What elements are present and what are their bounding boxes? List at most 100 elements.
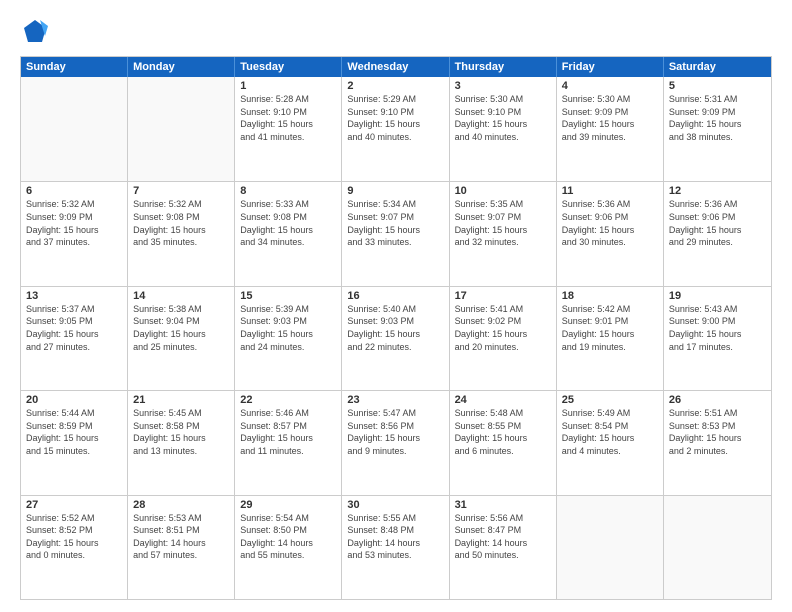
day-info: Sunrise: 5:29 AM Sunset: 9:10 PM Dayligh… [347, 93, 443, 143]
day-number: 5 [669, 80, 766, 92]
day-cell-5: 5Sunrise: 5:31 AM Sunset: 9:09 PM Daylig… [664, 77, 771, 181]
header [20, 16, 772, 46]
day-number: 11 [562, 185, 658, 197]
day-info: Sunrise: 5:43 AM Sunset: 9:00 PM Dayligh… [669, 303, 766, 353]
logo-icon [20, 16, 50, 46]
day-number: 3 [455, 80, 551, 92]
day-number: 19 [669, 290, 766, 302]
day-cell-9: 9Sunrise: 5:34 AM Sunset: 9:07 PM Daylig… [342, 182, 449, 285]
day-number: 24 [455, 394, 551, 406]
day-info: Sunrise: 5:35 AM Sunset: 9:07 PM Dayligh… [455, 198, 551, 248]
day-cell-20: 20Sunrise: 5:44 AM Sunset: 8:59 PM Dayli… [21, 391, 128, 494]
calendar: SundayMondayTuesdayWednesdayThursdayFrid… [20, 56, 772, 600]
day-cell-29: 29Sunrise: 5:54 AM Sunset: 8:50 PM Dayli… [235, 496, 342, 599]
day-info: Sunrise: 5:30 AM Sunset: 9:09 PM Dayligh… [562, 93, 658, 143]
weekday-header-wednesday: Wednesday [342, 57, 449, 77]
day-info: Sunrise: 5:54 AM Sunset: 8:50 PM Dayligh… [240, 512, 336, 562]
day-number: 27 [26, 499, 122, 511]
day-cell-14: 14Sunrise: 5:38 AM Sunset: 9:04 PM Dayli… [128, 287, 235, 390]
day-info: Sunrise: 5:34 AM Sunset: 9:07 PM Dayligh… [347, 198, 443, 248]
day-cell-24: 24Sunrise: 5:48 AM Sunset: 8:55 PM Dayli… [450, 391, 557, 494]
empty-cell [21, 77, 128, 181]
day-number: 2 [347, 80, 443, 92]
day-number: 28 [133, 499, 229, 511]
day-number: 15 [240, 290, 336, 302]
day-info: Sunrise: 5:47 AM Sunset: 8:56 PM Dayligh… [347, 407, 443, 457]
day-cell-7: 7Sunrise: 5:32 AM Sunset: 9:08 PM Daylig… [128, 182, 235, 285]
empty-cell [664, 496, 771, 599]
day-info: Sunrise: 5:42 AM Sunset: 9:01 PM Dayligh… [562, 303, 658, 353]
day-number: 22 [240, 394, 336, 406]
day-info: Sunrise: 5:52 AM Sunset: 8:52 PM Dayligh… [26, 512, 122, 562]
day-info: Sunrise: 5:31 AM Sunset: 9:09 PM Dayligh… [669, 93, 766, 143]
day-number: 23 [347, 394, 443, 406]
day-number: 13 [26, 290, 122, 302]
calendar-week-2: 6Sunrise: 5:32 AM Sunset: 9:09 PM Daylig… [21, 181, 771, 285]
day-number: 4 [562, 80, 658, 92]
day-info: Sunrise: 5:36 AM Sunset: 9:06 PM Dayligh… [669, 198, 766, 248]
calendar-week-3: 13Sunrise: 5:37 AM Sunset: 9:05 PM Dayli… [21, 286, 771, 390]
empty-cell [557, 496, 664, 599]
day-cell-13: 13Sunrise: 5:37 AM Sunset: 9:05 PM Dayli… [21, 287, 128, 390]
day-cell-31: 31Sunrise: 5:56 AM Sunset: 8:47 PM Dayli… [450, 496, 557, 599]
day-info: Sunrise: 5:39 AM Sunset: 9:03 PM Dayligh… [240, 303, 336, 353]
day-number: 16 [347, 290, 443, 302]
day-number: 12 [669, 185, 766, 197]
day-info: Sunrise: 5:32 AM Sunset: 9:08 PM Dayligh… [133, 198, 229, 248]
day-info: Sunrise: 5:38 AM Sunset: 9:04 PM Dayligh… [133, 303, 229, 353]
day-info: Sunrise: 5:30 AM Sunset: 9:10 PM Dayligh… [455, 93, 551, 143]
day-cell-10: 10Sunrise: 5:35 AM Sunset: 9:07 PM Dayli… [450, 182, 557, 285]
day-number: 1 [240, 80, 336, 92]
day-number: 8 [240, 185, 336, 197]
day-cell-1: 1Sunrise: 5:28 AM Sunset: 9:10 PM Daylig… [235, 77, 342, 181]
weekday-header-tuesday: Tuesday [235, 57, 342, 77]
weekday-header-saturday: Saturday [664, 57, 771, 77]
day-cell-6: 6Sunrise: 5:32 AM Sunset: 9:09 PM Daylig… [21, 182, 128, 285]
day-number: 25 [562, 394, 658, 406]
day-cell-17: 17Sunrise: 5:41 AM Sunset: 9:02 PM Dayli… [450, 287, 557, 390]
day-number: 18 [562, 290, 658, 302]
day-number: 14 [133, 290, 229, 302]
day-number: 6 [26, 185, 122, 197]
day-info: Sunrise: 5:36 AM Sunset: 9:06 PM Dayligh… [562, 198, 658, 248]
weekday-header-monday: Monday [128, 57, 235, 77]
day-info: Sunrise: 5:48 AM Sunset: 8:55 PM Dayligh… [455, 407, 551, 457]
day-number: 26 [669, 394, 766, 406]
day-cell-19: 19Sunrise: 5:43 AM Sunset: 9:00 PM Dayli… [664, 287, 771, 390]
page: SundayMondayTuesdayWednesdayThursdayFrid… [0, 0, 792, 612]
day-info: Sunrise: 5:49 AM Sunset: 8:54 PM Dayligh… [562, 407, 658, 457]
day-cell-28: 28Sunrise: 5:53 AM Sunset: 8:51 PM Dayli… [128, 496, 235, 599]
weekday-header-thursday: Thursday [450, 57, 557, 77]
day-number: 20 [26, 394, 122, 406]
day-info: Sunrise: 5:51 AM Sunset: 8:53 PM Dayligh… [669, 407, 766, 457]
day-number: 9 [347, 185, 443, 197]
logo [20, 16, 54, 46]
day-info: Sunrise: 5:53 AM Sunset: 8:51 PM Dayligh… [133, 512, 229, 562]
day-cell-2: 2Sunrise: 5:29 AM Sunset: 9:10 PM Daylig… [342, 77, 449, 181]
day-cell-22: 22Sunrise: 5:46 AM Sunset: 8:57 PM Dayli… [235, 391, 342, 494]
day-info: Sunrise: 5:41 AM Sunset: 9:02 PM Dayligh… [455, 303, 551, 353]
day-info: Sunrise: 5:46 AM Sunset: 8:57 PM Dayligh… [240, 407, 336, 457]
day-cell-4: 4Sunrise: 5:30 AM Sunset: 9:09 PM Daylig… [557, 77, 664, 181]
day-cell-25: 25Sunrise: 5:49 AM Sunset: 8:54 PM Dayli… [557, 391, 664, 494]
day-number: 7 [133, 185, 229, 197]
day-info: Sunrise: 5:45 AM Sunset: 8:58 PM Dayligh… [133, 407, 229, 457]
day-info: Sunrise: 5:33 AM Sunset: 9:08 PM Dayligh… [240, 198, 336, 248]
day-cell-15: 15Sunrise: 5:39 AM Sunset: 9:03 PM Dayli… [235, 287, 342, 390]
day-info: Sunrise: 5:40 AM Sunset: 9:03 PM Dayligh… [347, 303, 443, 353]
day-info: Sunrise: 5:37 AM Sunset: 9:05 PM Dayligh… [26, 303, 122, 353]
day-cell-11: 11Sunrise: 5:36 AM Sunset: 9:06 PM Dayli… [557, 182, 664, 285]
day-info: Sunrise: 5:44 AM Sunset: 8:59 PM Dayligh… [26, 407, 122, 457]
calendar-week-1: 1Sunrise: 5:28 AM Sunset: 9:10 PM Daylig… [21, 77, 771, 181]
day-info: Sunrise: 5:32 AM Sunset: 9:09 PM Dayligh… [26, 198, 122, 248]
weekday-header-sunday: Sunday [21, 57, 128, 77]
day-number: 29 [240, 499, 336, 511]
day-number: 30 [347, 499, 443, 511]
calendar-header: SundayMondayTuesdayWednesdayThursdayFrid… [21, 57, 771, 77]
weekday-header-friday: Friday [557, 57, 664, 77]
day-number: 31 [455, 499, 551, 511]
calendar-week-4: 20Sunrise: 5:44 AM Sunset: 8:59 PM Dayli… [21, 390, 771, 494]
day-number: 17 [455, 290, 551, 302]
day-cell-3: 3Sunrise: 5:30 AM Sunset: 9:10 PM Daylig… [450, 77, 557, 181]
day-info: Sunrise: 5:55 AM Sunset: 8:48 PM Dayligh… [347, 512, 443, 562]
